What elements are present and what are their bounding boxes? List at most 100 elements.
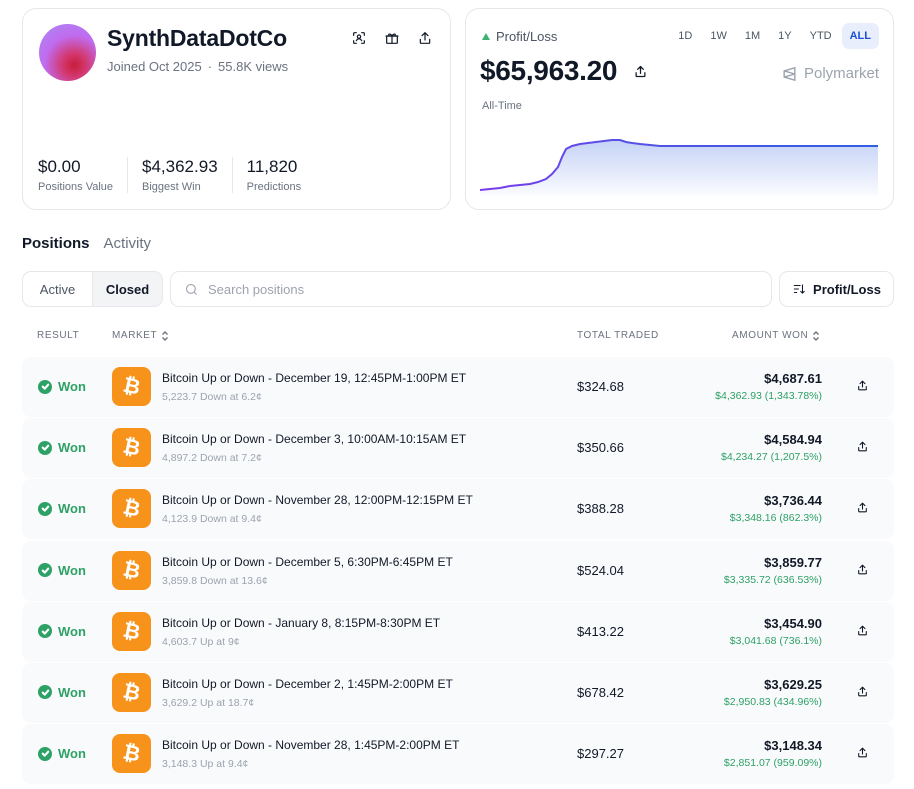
bitcoin-icon: ₿ xyxy=(112,428,151,468)
stat-biggest-win: $4,362.93 Biggest Win xyxy=(142,157,233,193)
header-total-traded: TOTAL TRADED xyxy=(577,330,659,341)
check-circle-icon xyxy=(38,685,52,700)
share-icon[interactable] xyxy=(856,746,872,762)
total-traded: $413.22 xyxy=(577,623,624,639)
header-result: RESULT xyxy=(37,330,79,341)
profit-gain: $4,234.27 (1,207.5%) xyxy=(721,451,822,464)
search-input[interactable] xyxy=(208,281,748,297)
header-market-label: MARKET xyxy=(112,330,158,341)
profit-gain: $2,950.83 (434.96%) xyxy=(723,695,822,708)
username: SynthDataDotCo xyxy=(107,25,287,51)
header-market[interactable]: MARKET xyxy=(112,330,169,341)
market-position-detail: 3,859.8 Down at 13.6¢ xyxy=(162,574,268,587)
market-title[interactable]: Bitcoin Up or Down - December 5, 6:30PM-… xyxy=(162,555,453,569)
market-title[interactable]: Bitcoin Up or Down - December 2, 1:45PM-… xyxy=(162,677,453,691)
header-result-label: RESULT xyxy=(37,330,80,341)
result-badge: Won xyxy=(38,440,86,455)
market-title[interactable]: Bitcoin Up or Down - November 28, 1:45PM… xyxy=(162,738,459,752)
tab-activity[interactable]: Activity xyxy=(104,235,152,252)
avatar[interactable] xyxy=(39,24,96,81)
market-title[interactable]: Bitcoin Up or Down - January 8, 8:15PM-8… xyxy=(162,616,440,630)
profile-meta: Joined Oct 2025 · 55.8K views xyxy=(107,59,288,74)
brand-name: Polymarket xyxy=(803,65,879,82)
bitcoin-symbol: ₿ xyxy=(120,678,143,706)
result-label: Won xyxy=(58,623,86,639)
filter-closed-button[interactable]: Closed xyxy=(92,272,162,306)
amount-won: $3,859.77 xyxy=(764,554,822,570)
stat-label: Predictions xyxy=(246,181,302,193)
gift-icon[interactable] xyxy=(383,29,401,47)
scan-icon[interactable] xyxy=(350,29,368,47)
search-box xyxy=(170,271,772,307)
bitcoin-icon: ₿ xyxy=(112,672,151,712)
view-count: 55.8K views xyxy=(218,59,289,74)
time-range-selector: 1D 1W 1M 1Y YTD ALL xyxy=(670,23,879,49)
amount-won: $4,687.61 xyxy=(764,371,822,386)
result-label: Won xyxy=(58,379,86,394)
table-row[interactable]: Won ₿ Bitcoin Up or Down - December 5, 6:3… xyxy=(22,540,894,601)
check-circle-icon xyxy=(38,440,52,455)
result-badge: Won xyxy=(38,685,86,700)
stat-value: $4,362.93 xyxy=(142,157,218,176)
profit-gain: $3,335.72 (636.53%) xyxy=(723,573,822,586)
pnl-label: Profit/Loss xyxy=(482,29,557,44)
profit-gain: $4,362.93 (1,343.78%) xyxy=(715,390,822,402)
share-icon[interactable] xyxy=(856,624,872,640)
bitcoin-symbol: ₿ xyxy=(120,433,143,461)
tab-positions[interactable]: Positions xyxy=(22,235,90,252)
table-row[interactable]: Won ₿ Bitcoin Up or Down - December 19, 12… xyxy=(22,357,894,417)
bitcoin-symbol: ₿ xyxy=(120,617,143,645)
bitcoin-icon: ₿ xyxy=(112,734,151,774)
table-row[interactable]: Won ₿ Bitcoin Up or Down - November 28, 1:… xyxy=(22,724,894,785)
range-1m[interactable]: 1M xyxy=(737,23,768,49)
share-icon[interactable] xyxy=(416,29,434,47)
pnl-amount: $65,963.20 xyxy=(480,55,618,86)
share-icon[interactable] xyxy=(856,563,872,579)
share-icon[interactable] xyxy=(856,685,872,701)
sort-button[interactable]: Profit/Loss xyxy=(779,271,894,307)
bitcoin-symbol: ₿ xyxy=(120,372,143,400)
range-1y[interactable]: 1Y xyxy=(770,23,799,49)
market-title[interactable]: Bitcoin Up or Down - December 19, 12:45P… xyxy=(162,371,466,385)
result-badge: Won xyxy=(38,563,86,578)
bitcoin-icon: ₿ xyxy=(112,367,151,406)
market-position-detail: 4,897.2 Down at 7.2¢ xyxy=(162,452,262,465)
pnl-value: $65,963.20 xyxy=(480,55,649,87)
market-position-detail: 4,123.9 Down at 9.4¢ xyxy=(162,513,262,526)
table-row[interactable]: Won ₿ Bitcoin Up or Down - November 28, 12… xyxy=(22,479,894,540)
market-position-detail: 4,603.7 Up at 9¢ xyxy=(162,635,240,648)
header-amount-won[interactable]: AMOUNT WON xyxy=(732,330,820,341)
bitcoin-icon: ₿ xyxy=(112,489,151,529)
result-badge: Won xyxy=(38,624,86,639)
table-row[interactable]: Won ₿ Bitcoin Up or Down - December 3, 10:… xyxy=(22,418,894,479)
check-circle-icon xyxy=(38,624,52,639)
total-traded: $678.42 xyxy=(577,684,624,700)
share-icon[interactable] xyxy=(856,379,872,395)
range-ytd[interactable]: YTD xyxy=(802,23,840,49)
range-1d[interactable]: 1D xyxy=(670,23,700,49)
bitcoin-icon: ₿ xyxy=(112,611,151,651)
amount-won: $3,736.44 xyxy=(764,493,822,509)
total-traded: $324.68 xyxy=(577,379,624,394)
pnl-label-text: Profit/Loss xyxy=(496,29,558,44)
filter-active-button[interactable]: Active xyxy=(23,272,92,306)
bitcoin-icon: ₿ xyxy=(112,550,151,590)
share-icon[interactable] xyxy=(631,62,649,80)
share-icon[interactable] xyxy=(856,501,872,517)
profit-gain: $2,851.07 (959.09%) xyxy=(723,757,822,770)
bitcoin-symbol: ₿ xyxy=(120,494,143,522)
total-traded: $524.04 xyxy=(577,562,624,578)
total-traded: $350.66 xyxy=(577,440,624,456)
chart-area xyxy=(480,140,878,196)
profit-gain: $3,041.68 (736.1%) xyxy=(729,634,822,647)
market-title[interactable]: Bitcoin Up or Down - November 28, 12:00P… xyxy=(162,493,473,507)
range-all[interactable]: ALL xyxy=(841,23,879,49)
market-title[interactable]: Bitcoin Up or Down - December 3, 10:00AM… xyxy=(162,432,466,446)
table-row[interactable]: Won ₿ Bitcoin Up or Down - December 2, 1:4… xyxy=(22,662,894,723)
stat-label: Biggest Win xyxy=(142,181,201,193)
range-1w[interactable]: 1W xyxy=(702,23,735,49)
share-icon[interactable] xyxy=(856,440,872,456)
table-row[interactable]: Won ₿ Bitcoin Up or Down - January 8, 8:15… xyxy=(22,601,894,662)
check-circle-icon xyxy=(38,563,52,578)
result-badge: Won xyxy=(38,501,86,516)
